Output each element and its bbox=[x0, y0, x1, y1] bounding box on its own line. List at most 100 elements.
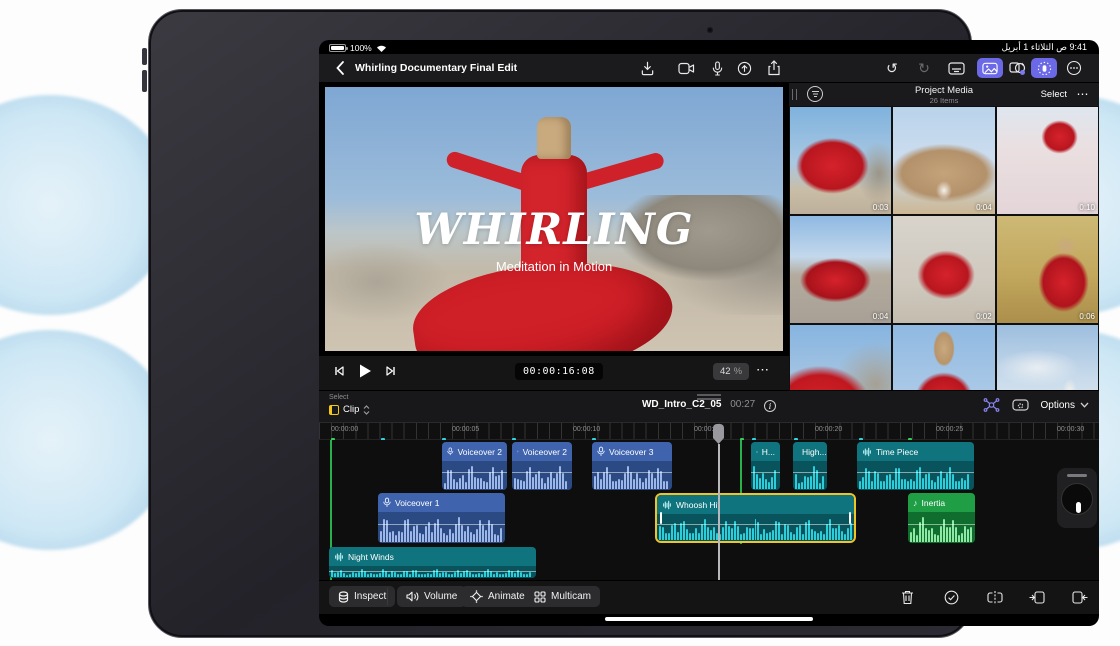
media-thumbnail-red-dervish-in-reeds[interactable]: 0:06 bbox=[997, 216, 1098, 323]
selected-clip-duration: 00:27 bbox=[730, 399, 755, 410]
screen: 100% 9:41 ص الثلاثاء 1 أبريل Whirling Do… bbox=[319, 40, 1099, 626]
select-button[interactable]: Select bbox=[1041, 89, 1067, 100]
voiceover-clip-icon: Voiceover 1 bbox=[378, 493, 505, 512]
multicam-button[interactable]: Multicam bbox=[525, 586, 600, 607]
timeline-clip[interactable]: Time Piece bbox=[857, 442, 974, 490]
more-menu-icon[interactable] bbox=[1064, 59, 1084, 77]
media-thumbnail-white-figure-cloudy-sky[interactable] bbox=[997, 325, 1098, 390]
clip-label: H... bbox=[762, 447, 775, 457]
sfx-clip-icon: H... bbox=[751, 442, 780, 461]
clip-label: Night Winds bbox=[348, 552, 394, 562]
info-icon[interactable]: i bbox=[764, 400, 776, 412]
ruler-timecode-label: 00:00:25 bbox=[936, 426, 963, 433]
play-button[interactable] bbox=[358, 363, 373, 379]
clip-waveform bbox=[793, 461, 827, 490]
ruler-timecode-label: 00:00:30 bbox=[1057, 426, 1084, 433]
timeline-clip[interactable]: Night Winds bbox=[329, 547, 536, 578]
media-browser-button[interactable] bbox=[977, 58, 1003, 78]
media-thumbnail-red-dervish-on-rocky-beach[interactable]: 0:03 bbox=[790, 107, 891, 214]
jog-dial[interactable] bbox=[1061, 483, 1093, 515]
ipad-device: 100% 9:41 ص الثلاثاء 1 أبريل Whirling Do… bbox=[148, 9, 972, 638]
record-video-icon[interactable] bbox=[676, 59, 696, 77]
clip-label: Voiceover 1 bbox=[395, 498, 439, 508]
battery-icon bbox=[329, 44, 346, 52]
voiceover-clip-icon: Voiceover 2 bbox=[512, 442, 572, 461]
front-camera bbox=[707, 27, 713, 33]
volume-button[interactable]: Volume bbox=[397, 586, 466, 607]
timeline-clip[interactable]: Voiceover 3 bbox=[592, 442, 672, 490]
ruler-timecode-label: 00:00:10 bbox=[573, 426, 600, 433]
timeline-clip[interactable]: H... bbox=[751, 442, 780, 490]
undo-icon[interactable]: ↺ bbox=[882, 59, 902, 77]
timeline-ruler[interactable]: 00:00:0000:00:0500:00:1000:00:1500:00:20… bbox=[319, 422, 1099, 440]
media-thumbnail-white-dervish-in-rock-spires[interactable]: 0:04 bbox=[893, 107, 994, 214]
split-clip-icon[interactable] bbox=[985, 587, 1005, 607]
media-thumbnail-red-skirt-closeup-badlands[interactable] bbox=[790, 325, 891, 390]
timeline-clip[interactable]: Whoosh Hit bbox=[655, 493, 856, 543]
jog-wheel-widget[interactable] bbox=[1057, 468, 1097, 528]
volume-up-button bbox=[142, 48, 147, 65]
timeline-clip[interactable]: High... bbox=[793, 442, 827, 490]
toolbar-divider bbox=[387, 588, 388, 605]
animate-button[interactable]: Animate bbox=[461, 586, 534, 607]
page: 100% 9:41 ص الثلاثاء 1 أبريل Whirling Do… bbox=[0, 0, 1120, 646]
storyline-icon[interactable] bbox=[1012, 398, 1029, 412]
previous-frame-button[interactable] bbox=[333, 365, 345, 377]
viewer-more-icon[interactable]: ⋯ bbox=[756, 362, 770, 378]
clip-waveform bbox=[378, 512, 505, 543]
dancer-hat bbox=[537, 117, 571, 159]
connected-clips-icon[interactable] bbox=[983, 397, 1000, 413]
media-grid: 0:03 0:04 0:10 0:04 0:02 0:06 bbox=[790, 107, 1098, 390]
clip-label: Inertia bbox=[922, 498, 946, 508]
clip-label: Whoosh Hit bbox=[676, 500, 720, 510]
record-voiceover-icon[interactable] bbox=[707, 59, 727, 77]
clip-waveform bbox=[592, 461, 672, 490]
clip-duration-badge: 0:02 bbox=[976, 312, 992, 321]
title-overlay: WHIRLING bbox=[325, 205, 783, 255]
import-media-icon[interactable] bbox=[637, 59, 657, 77]
media-more-icon[interactable]: ⋯ bbox=[1077, 87, 1090, 101]
insert-left-icon[interactable] bbox=[1027, 587, 1047, 607]
media-panel-header: Project Media 26 Items Select ⋯ bbox=[789, 83, 1099, 106]
pointer-circle-icon[interactable] bbox=[734, 59, 754, 77]
timeline-clip[interactable]: Voiceover 1 bbox=[378, 493, 505, 543]
timecode-display[interactable]: 00:00:16:08 bbox=[515, 363, 603, 380]
clip-duration-badge: 0:03 bbox=[873, 203, 889, 212]
home-indicator[interactable] bbox=[605, 617, 813, 621]
transport-bar: 00:00:16:08 42% ⋯ bbox=[319, 355, 789, 390]
bottom-toolbar: Inspect Volume Animate Multicam bbox=[319, 580, 1099, 614]
subtitle-overlay: Meditation in Motion bbox=[325, 259, 783, 274]
share-icon[interactable] bbox=[764, 59, 784, 77]
jog-wheel-button[interactable] bbox=[1031, 58, 1057, 78]
titles-icon[interactable] bbox=[946, 59, 966, 77]
back-button[interactable] bbox=[333, 60, 349, 76]
redo-icon[interactable]: ↻ bbox=[914, 59, 934, 77]
viewer-zoom-level[interactable]: 42% bbox=[713, 363, 749, 380]
insert-right-icon[interactable] bbox=[1070, 587, 1090, 607]
media-thumbnail-red-dervish-on-salt-flat[interactable]: 0:10 bbox=[997, 107, 1098, 214]
timeline-clip[interactable]: Voiceover 2 bbox=[512, 442, 572, 490]
timeline-tracks[interactable]: Voiceover 2 Voiceover 2 Voiceover 3 H... Hig… bbox=[319, 440, 1099, 580]
viewer-frame[interactable]: WHIRLING Meditation in Motion bbox=[325, 87, 783, 351]
options-button[interactable]: Options bbox=[1041, 400, 1089, 411]
sfx-clip-icon: Night Winds bbox=[329, 547, 536, 566]
clip-duration-badge: 0:04 bbox=[976, 203, 992, 212]
inspect-button[interactable]: Inspect bbox=[329, 586, 395, 607]
project-media-panel: Project Media 26 Items Select ⋯ 0:03 0:04… bbox=[789, 83, 1099, 390]
effects-active-dot bbox=[1020, 70, 1025, 75]
jog-drag-handle[interactable] bbox=[1067, 474, 1087, 477]
clip-waveform bbox=[908, 512, 975, 543]
clip-waveform bbox=[751, 461, 780, 490]
clip-waveform bbox=[857, 461, 974, 490]
media-thumbnail-red-dervish-arm-raised[interactable]: 0:02 bbox=[893, 216, 994, 323]
media-thumbnail-man-with-tall-hat-arms-crossed[interactable] bbox=[893, 325, 994, 390]
effects-icon[interactable] bbox=[1007, 59, 1027, 77]
timeline-clip[interactable]: ♪Inertia bbox=[908, 493, 975, 543]
media-thumbnail-red-dervish-spinning-gravel[interactable]: 0:04 bbox=[790, 216, 891, 323]
timeline-clip[interactable]: Voiceover 2 bbox=[442, 442, 507, 490]
project-title: Whirling Documentary Final Edit bbox=[355, 62, 517, 74]
check-circle-icon[interactable] bbox=[941, 587, 961, 607]
sfx-clip-icon: Whoosh Hit bbox=[657, 495, 854, 514]
trash-icon[interactable] bbox=[897, 587, 917, 607]
next-frame-button[interactable] bbox=[385, 365, 397, 377]
